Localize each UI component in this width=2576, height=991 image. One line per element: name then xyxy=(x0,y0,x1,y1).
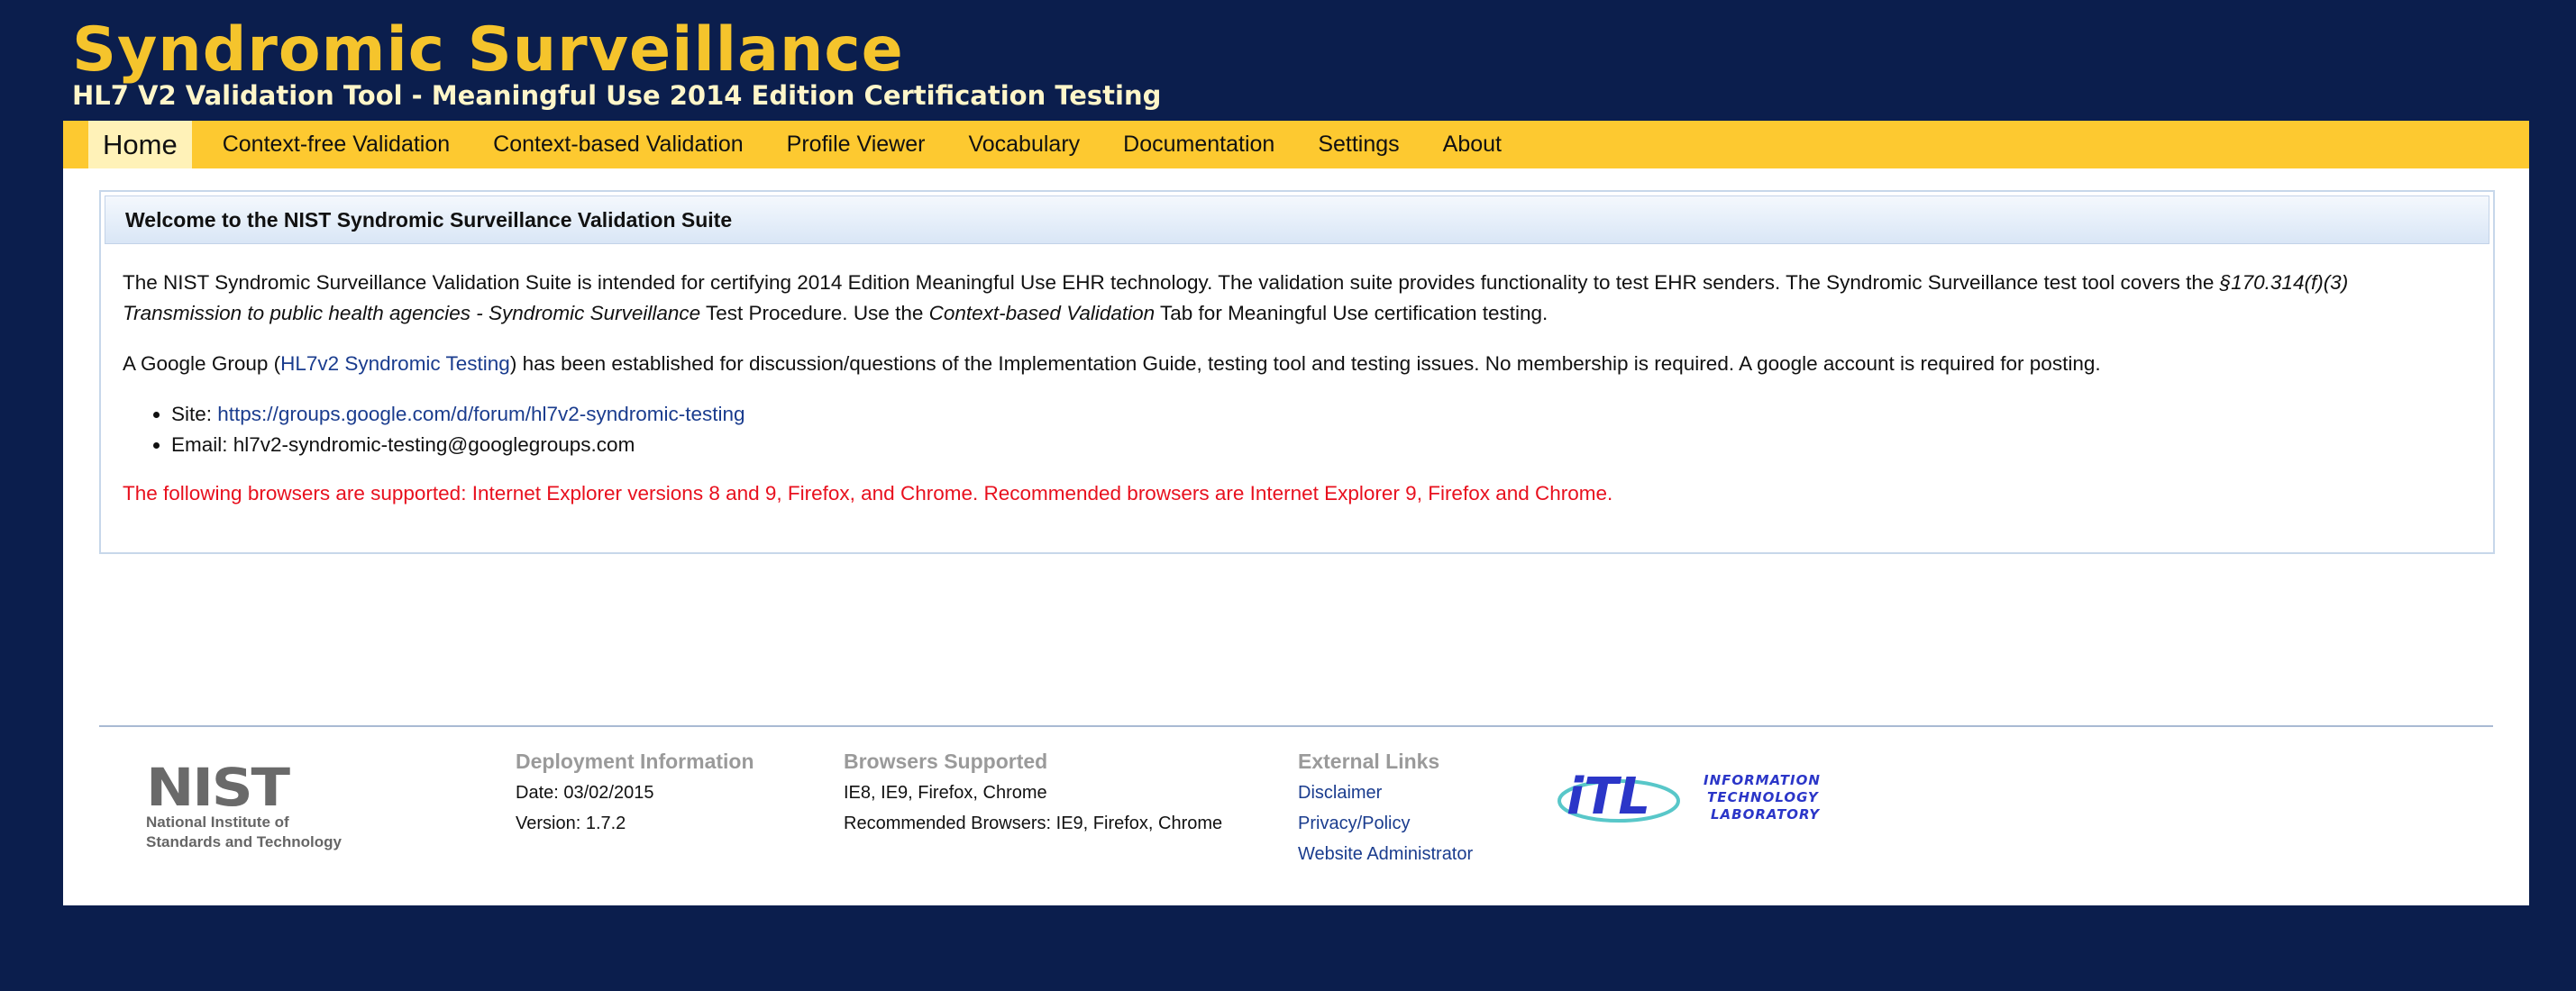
disclaimer-link[interactable]: Disclaimer xyxy=(1298,783,1382,803)
group-email: hl7v2-syndromic-testing@googlegroups.com xyxy=(233,433,635,456)
group-text-2: ) has been established for discussion/qu… xyxy=(509,352,2101,375)
external-links-heading: External Links xyxy=(1298,750,1440,773)
google-group-link[interactable]: HL7v2 Syndromic Testing xyxy=(280,352,510,375)
group-text: A Google Group ( xyxy=(123,352,281,375)
main-nav: Home Context-free Validation Context-bas… xyxy=(63,121,2529,168)
tab-about[interactable]: About xyxy=(1421,121,1523,168)
site-subtitle: HL7 V2 Validation Tool - Meaningful Use … xyxy=(72,80,1162,111)
tab-profile-viewer[interactable]: Profile Viewer xyxy=(765,121,947,168)
deployment-info: Deployment Information Date: 03/02/2015 … xyxy=(516,745,754,839)
deployment-date: Date: 03/02/2015 xyxy=(516,783,654,803)
tab-vocabulary[interactable]: Vocabulary xyxy=(946,121,1101,168)
privacy-policy-link[interactable]: Privacy/Policy xyxy=(1298,814,1410,833)
intro-text-3: Tab for Meaningful Use certification tes… xyxy=(1155,302,1548,324)
tab-documentation[interactable]: Documentation xyxy=(1101,121,1296,168)
deployment-version: Version: 1.7.2 xyxy=(516,814,626,833)
site-title: Syndromic Surveillance xyxy=(72,14,904,86)
group-site-link[interactable]: https://groups.google.com/d/forum/hl7v2-… xyxy=(217,403,744,425)
website-administrator-link[interactable]: Website Administrator xyxy=(1298,844,1473,864)
nist-logo-name-2: Standards and Technology xyxy=(146,833,342,850)
tab-context-free-validation[interactable]: Context-free Validation xyxy=(201,121,471,168)
itl-logo-line-2: TECHNOLOGY xyxy=(1707,789,1820,805)
welcome-heading: Welcome to the NIST Syndromic Surveillan… xyxy=(105,195,2489,244)
list-item: Email: hl7v2-syndromic-testing@googlegro… xyxy=(171,430,2471,460)
tab-context-based-validation[interactable]: Context-based Validation xyxy=(471,121,765,168)
browser-support-notice: The following browsers are supported: In… xyxy=(123,482,1613,505)
welcome-panel: Welcome to the NIST Syndromic Surveillan… xyxy=(99,190,2495,554)
browsers-supported: Browsers Supported IE8, IE9, Firefox, Ch… xyxy=(844,745,1222,839)
tab-settings[interactable]: Settings xyxy=(1296,121,1420,168)
context-based-reference: Context-based Validation xyxy=(928,302,1156,324)
itl-logo-line-3: LABORATORY xyxy=(1711,806,1821,823)
footer-divider xyxy=(99,725,2493,727)
content-area: Welcome to the NIST Syndromic Surveillan… xyxy=(63,168,2529,905)
list-item: Site: https://groups.google.com/d/forum/… xyxy=(171,399,2471,430)
nist-logo[interactable]: NIST National Institute of Standards and… xyxy=(146,761,342,851)
site-header: Syndromic Surveillance HL7 V2 Validation… xyxy=(72,14,1162,111)
tab-home[interactable]: Home xyxy=(88,121,192,168)
deployment-heading: Deployment Information xyxy=(516,750,754,773)
intro-paragraph: The NIST Syndromic Surveillance Validati… xyxy=(123,268,2471,329)
browsers-line-1: IE8, IE9, Firefox, Chrome xyxy=(844,783,1047,803)
email-label: Email: xyxy=(171,433,233,456)
google-group-paragraph: A Google Group (HL7v2 Syndromic Testing)… xyxy=(123,349,2471,379)
itl-logo[interactable]: iTL INFORMATION TECHNOLOGY LABORATORY xyxy=(1557,761,1828,833)
nist-logo-mark: NIST xyxy=(146,757,290,818)
itl-logo-line-1: INFORMATION xyxy=(1704,772,1821,788)
group-contact-list: Site: https://groups.google.com/d/forum/… xyxy=(123,399,2471,460)
external-links: External Links Disclaimer Privacy/Policy… xyxy=(1298,745,1473,869)
browsers-heading: Browsers Supported xyxy=(844,750,1048,773)
intro-text-2: Test Procedure. Use the xyxy=(700,302,929,324)
welcome-body: The NIST Syndromic Surveillance Validati… xyxy=(101,248,2493,509)
browsers-line-2: Recommended Browsers: IE9, Firefox, Chro… xyxy=(844,814,1223,833)
intro-text: The NIST Syndromic Surveillance Validati… xyxy=(123,271,2220,294)
site-label: Site: xyxy=(171,403,218,425)
itl-logo-mark: iTL xyxy=(1567,768,1650,826)
